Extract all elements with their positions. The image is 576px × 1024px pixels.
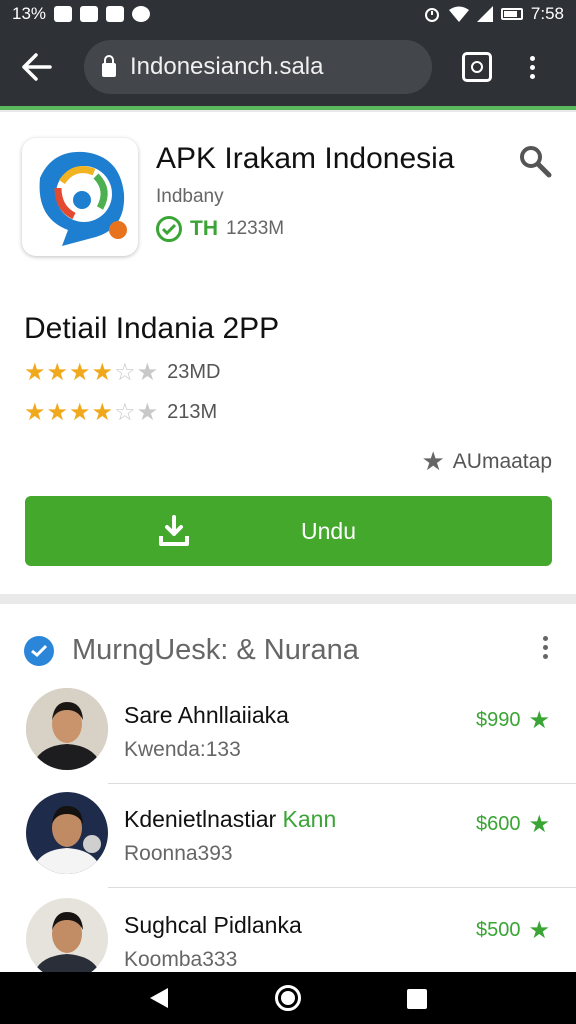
person-price: $600 ★ — [476, 810, 550, 839]
star-rating-icon: ★★★★☆★ — [24, 399, 160, 426]
person-name: Sughcal Pidlanka — [124, 912, 302, 938]
chat-app-logo-icon — [22, 138, 138, 256]
star-icon: ★ — [528, 707, 550, 734]
price-value: $990 — [475, 709, 521, 731]
developer-name: Indbany — [156, 186, 224, 207]
star-rating-icon: ★★★★☆★ — [24, 359, 160, 386]
person-name: Sare Ahnllaiiaka — [124, 702, 289, 728]
url-text: Indonesianch.sala — [130, 53, 324, 80]
status-time: 7:58 — [530, 4, 564, 23]
nav-back-icon[interactable] — [150, 988, 168, 1008]
lock-icon — [102, 55, 116, 77]
rating-row: ★★★★☆★ 213M — [24, 398, 217, 427]
section-header: MurngUesk: & Nurana — [24, 634, 359, 667]
status-battery-percent: 13% — [12, 4, 47, 23]
star-icon: ★ — [528, 917, 550, 944]
back-button[interactable] — [12, 42, 62, 92]
url-bar[interactable]: Indonesianch.sala — [84, 40, 432, 94]
star-icon: ★ — [421, 446, 445, 476]
browser-menu-button[interactable] — [522, 55, 542, 79]
section-menu-button[interactable] — [543, 636, 548, 659]
app-badges: TH 1233M — [156, 216, 284, 242]
verified-check-icon — [156, 216, 182, 242]
photo-icon — [106, 6, 125, 22]
price-value: $600 — [475, 813, 521, 835]
price-value: $500 — [475, 919, 521, 941]
alt-link[interactable]: ★ AUmaatap — [421, 446, 552, 477]
battery-icon — [500, 8, 523, 20]
person-name-highlight: Kann — [282, 806, 337, 832]
nav-recents-icon[interactable] — [407, 989, 427, 1009]
alt-label: AUmaatap — [452, 449, 552, 473]
check-icon — [24, 635, 54, 666]
signal-icon — [476, 6, 493, 22]
divider — [108, 887, 576, 888]
person-price: $500 ★ — [476, 916, 550, 945]
nav-home-icon[interactable] — [275, 985, 301, 1011]
download-label: Undu — [301, 518, 356, 544]
app-title: APK Irakam Indonesia — [156, 142, 455, 175]
avatar — [26, 688, 108, 770]
tabs-button[interactable] — [462, 52, 492, 82]
star-icon: ★ — [528, 811, 550, 838]
wifi-icon — [448, 6, 469, 22]
list-item[interactable]: Kdenietlnastiar Kann Roonna393 $600 ★ — [0, 788, 576, 892]
mail-icon — [54, 6, 73, 22]
messenger-icon — [132, 6, 151, 22]
person-price: $990 ★ — [476, 706, 550, 735]
avatar — [26, 792, 108, 874]
person-name: Kdenietlnastiar Kann — [124, 806, 337, 832]
search-icon — [520, 146, 552, 178]
system-nav-bar — [0, 972, 576, 1024]
arrow-left-icon — [22, 53, 52, 81]
people-card: MurngUesk: & Nurana Sare Ahnllaiiaka Kwe… — [0, 604, 576, 972]
divider — [108, 783, 576, 784]
person-subtitle: Koomba333 — [124, 948, 238, 971]
details-title: Detiail Indania 2PP — [24, 312, 280, 345]
search-button[interactable] — [518, 144, 552, 178]
alarm-icon — [424, 8, 439, 22]
section-title: MurngUesk: & Nurana — [72, 634, 359, 666]
rating-row: ★★★★☆★ 23MD — [24, 358, 220, 387]
rating-count: 213M — [167, 401, 218, 423]
status-bar: 13% 7:58 — [0, 0, 576, 28]
tabs-icon — [471, 61, 483, 73]
download-button[interactable]: Undu — [25, 496, 552, 566]
app-card: APK Irakam Indonesia Indbany TH 1233M De… — [0, 112, 576, 594]
list-item[interactable]: Sare Ahnllaiiaka Kwenda:133 $990 ★ — [0, 684, 576, 788]
page-load-progress — [0, 106, 576, 110]
avatar — [26, 898, 108, 972]
person-subtitle: Kwenda:133 — [124, 738, 241, 761]
app-size: 1233M — [226, 218, 285, 239]
list-item[interactable]: Sughcal Pidlanka Koomba333 $500 ★ — [0, 892, 576, 972]
rating-count: 23MD — [167, 361, 221, 383]
browser-toolbar: Indonesianch.sala — [0, 28, 576, 106]
mail-icon — [80, 6, 99, 22]
app-badge: TH — [190, 217, 218, 240]
person-subtitle: Roonna393 — [124, 842, 233, 865]
